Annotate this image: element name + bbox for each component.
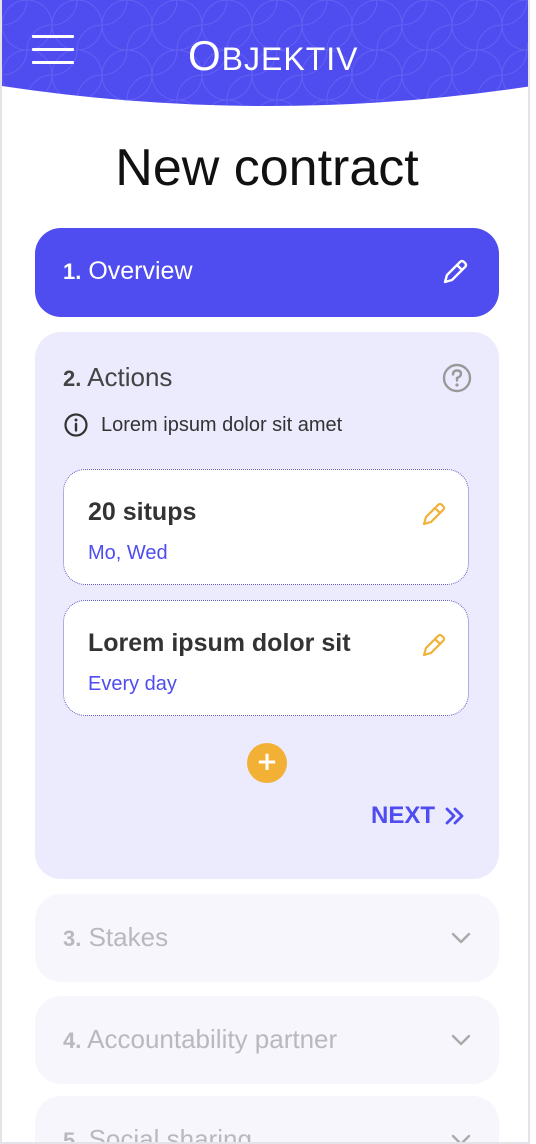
action-schedule: Mo, Wed — [88, 542, 168, 564]
chevron-down-icon — [451, 1134, 471, 1142]
info-circle-icon — [64, 413, 88, 437]
step-label: 1. Overview — [63, 257, 193, 285]
pencil-icon[interactable] — [420, 500, 448, 528]
add-action-button[interactable]: + — [247, 743, 287, 783]
question-circle-icon[interactable] — [441, 362, 473, 394]
step-overview[interactable]: 1. Overview — [35, 228, 499, 317]
step-social-sharing[interactable]: 5. Social sharing — [35, 1096, 499, 1144]
action-title: Lorem ipsum dolor sit — [88, 629, 351, 657]
step-label: 5. Social sharing — [63, 1124, 252, 1144]
action-item[interactable]: Lorem ipsum dolor sit Every day — [63, 600, 469, 716]
step-stakes[interactable]: 3. Stakes — [35, 894, 499, 982]
app-logo[interactable]: OBJEKTIV — [188, 32, 358, 80]
chevron-down-icon — [451, 1034, 471, 1046]
double-chevron-right-icon — [445, 807, 464, 825]
step-label: 3. Stakes — [63, 922, 169, 952]
next-button[interactable]: NEXT — [371, 802, 467, 830]
step-accountability-partner[interactable]: 4. Accountability partner — [35, 996, 499, 1084]
action-schedule: Every day — [88, 673, 177, 695]
info-text: Lorem ipsum dolor sit amet — [101, 413, 343, 436]
next-label: NEXT — [370, 802, 435, 829]
action-item[interactable]: 20 situps Mo, Wed — [63, 469, 469, 585]
pencil-icon[interactable] — [439, 256, 471, 288]
info-row: Lorem ipsum dolor sit amet — [63, 412, 342, 438]
app-frame: OBJEKTIV New contract 1. Overview 2. Act… — [0, 0, 530, 1144]
chevron-down-icon — [451, 932, 471, 944]
app-header: OBJEKTIV — [2, 0, 528, 112]
action-title: 20 situps — [88, 498, 197, 526]
step-label: 2. Actions — [63, 362, 173, 392]
step-label: 4. Accountability partner — [63, 1024, 338, 1054]
pencil-icon[interactable] — [420, 631, 448, 659]
step-actions: 2. Actions Lorem ipsum dolor sit amet 20… — [35, 332, 499, 879]
page-title: New contract — [115, 139, 419, 197]
hamburger-menu-icon[interactable] — [32, 35, 74, 65]
